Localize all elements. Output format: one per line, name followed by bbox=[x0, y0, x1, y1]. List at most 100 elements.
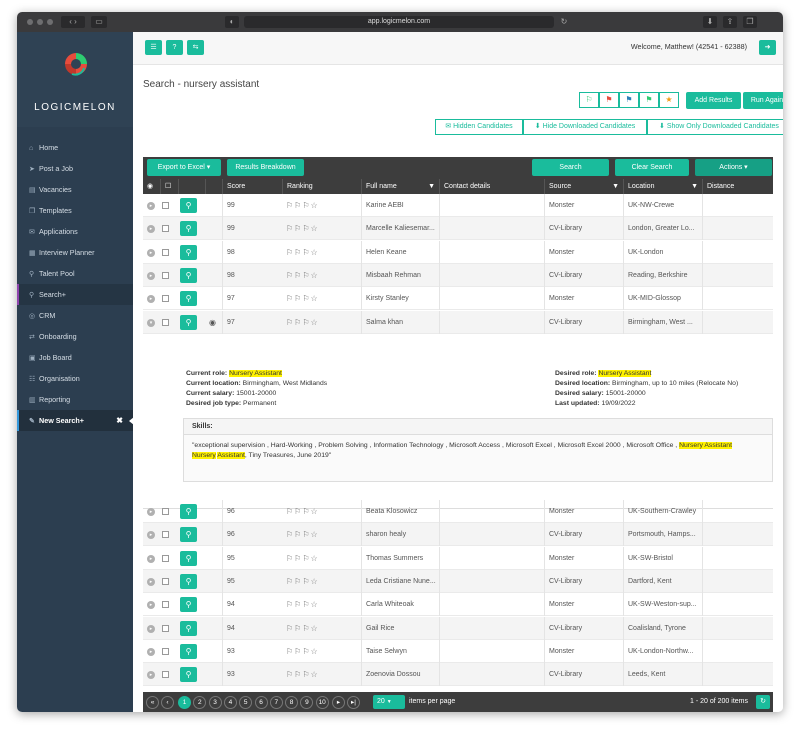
sidebar-item-post-a-job[interactable]: ➤ Post a Job bbox=[17, 158, 133, 179]
table-row[interactable]: ▸ ⚲ 94 ⚐⚐⚐☆ Carla Whiteoak Monster UK-SW-Westo… bbox=[143, 593, 773, 617]
header-ranking[interactable]: Ranking bbox=[282, 179, 361, 194]
page-4-button[interactable]: 4 bbox=[223, 696, 237, 709]
row-checkbox[interactable] bbox=[162, 295, 169, 303]
ranking-flags[interactable]: ⚐⚐⚐☆ bbox=[286, 311, 319, 334]
sidebar-item-search[interactable]: ⚲ Search+ bbox=[17, 284, 133, 305]
view-candidate-search-icon[interactable]: ⚲ bbox=[180, 643, 197, 659]
table-row[interactable]: ▸ ⚲ 99 ⚐⚐⚐☆ Karine AEBI Monster UK-NW-Crewe bbox=[143, 194, 773, 217]
flag-red-icon[interactable]: ⚑ bbox=[599, 92, 619, 108]
prev-page-button[interactable]: ‹ bbox=[161, 696, 174, 709]
flag-green-outline-icon[interactable]: ⚐ bbox=[579, 92, 599, 108]
name-cell[interactable]: Gail Rice bbox=[361, 616, 439, 640]
add-results-button[interactable]: Add Results bbox=[686, 92, 741, 109]
row-checkbox[interactable] bbox=[162, 202, 169, 209]
expand-row-icon[interactable]: ▸ bbox=[147, 624, 155, 633]
view-candidate-search-icon[interactable]: ⚲ bbox=[180, 573, 197, 589]
sidebar-item-vacancies[interactable]: ▤ Vacancies bbox=[17, 179, 133, 200]
row-checkbox[interactable] bbox=[162, 647, 169, 655]
logo[interactable]: LOGICMELON bbox=[17, 32, 133, 127]
close-window-dot[interactable] bbox=[27, 19, 33, 25]
sidebar-item-applications[interactable]: ✉ Applications bbox=[17, 221, 133, 242]
table-row[interactable]: ▸ ⚲ 98 ⚐⚐⚐☆ Misbaah Rehman CV-Library Reading,… bbox=[143, 263, 773, 287]
ranking-flags[interactable]: ⚐⚐⚐☆ bbox=[286, 663, 319, 686]
row-checkbox[interactable] bbox=[162, 531, 169, 539]
view-candidate-search-icon[interactable]: ⚲ bbox=[180, 291, 197, 307]
expand-row-icon[interactable]: ▸ bbox=[147, 202, 155, 210]
sidebar-item-reporting[interactable]: ▥ Reporting bbox=[17, 389, 133, 410]
header-location[interactable]: Location ▼ bbox=[623, 179, 702, 194]
sidebar-item-new-search[interactable]: ✎ New Search+ ✖ bbox=[17, 410, 134, 431]
logout-icon[interactable]: ➜ bbox=[759, 40, 776, 55]
row-checkbox[interactable] bbox=[162, 508, 169, 515]
expand-row-icon[interactable]: ▸ bbox=[147, 647, 155, 656]
zoom-window-dot[interactable] bbox=[47, 19, 53, 25]
row-checkbox[interactable] bbox=[162, 577, 169, 585]
ranking-flags[interactable]: ⚐⚐⚐☆ bbox=[286, 287, 319, 310]
view-candidate-search-icon[interactable]: ⚲ bbox=[180, 550, 197, 566]
view-candidate-search-icon[interactable]: ⚲ bbox=[180, 198, 197, 213]
flag-blue-icon[interactable]: ⚑ bbox=[619, 92, 639, 108]
table-row[interactable]: ▸ ⚲ 99 ⚐⚐⚐☆ Marcelle Kaliesemar... CV-Library… bbox=[143, 217, 773, 241]
page-6-button[interactable]: 6 bbox=[254, 696, 268, 709]
ranking-flags[interactable]: ⚐⚐⚐☆ bbox=[286, 500, 319, 523]
view-candidate-search-icon[interactable]: ⚲ bbox=[180, 597, 197, 613]
header-source[interactable]: Source ▼ bbox=[544, 179, 623, 194]
view-candidate-search-icon[interactable]: ⚲ bbox=[180, 620, 197, 636]
table-row[interactable]: ▸ ⚲ 96 ⚐⚐⚐☆ sharon healy CV-Library Portsmouth… bbox=[143, 523, 773, 547]
table-row[interactable]: ▸ ⚲ 93 ⚐⚐⚐☆ Taise Selwyn Monster UK-London-Nor… bbox=[143, 639, 773, 663]
ranking-flags[interactable]: ⚐⚐⚐☆ bbox=[286, 217, 319, 240]
page-2-button[interactable]: 2 bbox=[193, 696, 207, 709]
eye-icon[interactable]: ◉ bbox=[209, 311, 216, 334]
refresh-icon[interactable]: ↻ bbox=[756, 695, 770, 709]
show-only-downloaded-button[interactable]: ⬇ Show Only Downloaded Candidates bbox=[647, 119, 783, 135]
export-excel-button[interactable]: Export to Excel ▾ bbox=[147, 159, 221, 176]
hidden-candidates-button[interactable]: ✉ Hidden Candidates bbox=[435, 119, 523, 135]
header-score[interactable]: Score bbox=[222, 179, 260, 194]
name-cell[interactable]: Carla Whiteoak bbox=[361, 593, 439, 617]
expand-row-icon[interactable]: ▸ bbox=[147, 554, 155, 563]
filter-icon[interactable]: ▼ bbox=[612, 179, 619, 194]
expand-row-icon[interactable]: ▸ bbox=[147, 271, 155, 280]
name-cell[interactable]: sharon healy bbox=[361, 523, 439, 547]
expand-row-icon[interactable]: ▸ bbox=[147, 601, 155, 610]
downloads-icon[interactable]: ⬇ bbox=[703, 16, 717, 28]
search-button[interactable]: Search bbox=[532, 159, 609, 176]
header-distance[interactable]: Distance bbox=[702, 179, 773, 194]
clear-search-button[interactable]: Clear Search bbox=[615, 159, 689, 176]
view-candidate-search-icon[interactable]: ⚲ bbox=[180, 267, 197, 283]
ranking-flags[interactable]: ⚐⚐⚐☆ bbox=[286, 547, 319, 570]
address-bar[interactable]: app.logicmelon.com bbox=[244, 16, 554, 28]
view-candidate-search-icon[interactable]: ⚲ bbox=[180, 667, 197, 683]
row-checkbox[interactable] bbox=[162, 624, 169, 632]
share-icon[interactable]: ⇪ bbox=[723, 16, 737, 28]
sidebar-toggle-icon[interactable]: ▭ bbox=[91, 16, 107, 28]
expand-all-icon[interactable]: ◉ bbox=[143, 179, 160, 194]
flag-green-icon[interactable]: ⚑ bbox=[639, 92, 659, 108]
last-page-button[interactable]: ▸| bbox=[347, 696, 360, 709]
sidebar-item-interview-planner[interactable]: ▦ Interview Planner bbox=[17, 242, 133, 263]
table-row[interactable]: ▸ ⚲ 94 ⚐⚐⚐☆ Gail Rice CV-Library Coalisland, T… bbox=[143, 616, 773, 640]
back-forward-buttons[interactable]: ‹ › bbox=[61, 16, 85, 28]
reload-icon[interactable]: ↻ bbox=[559, 16, 569, 28]
ranking-flags[interactable]: ⚐⚐⚐☆ bbox=[286, 617, 319, 640]
sidebar-item-onboarding[interactable]: ⇄ Onboarding bbox=[17, 326, 133, 347]
row-checkbox[interactable] bbox=[162, 225, 169, 233]
ranking-flags[interactable]: ⚐⚐⚐☆ bbox=[286, 640, 319, 663]
view-candidate-search-icon[interactable]: ⚲ bbox=[180, 244, 197, 260]
help-icon[interactable]: ? bbox=[166, 40, 183, 55]
select-all-checkbox[interactable]: ☐ bbox=[160, 179, 178, 194]
table-row[interactable]: ▸ ⚲ 95 ⚐⚐⚐☆ Leda Cristiane Nune... CV-Library… bbox=[143, 569, 773, 593]
header-full-name[interactable]: Full name ▼ bbox=[361, 179, 439, 194]
page-5-button[interactable]: 5 bbox=[239, 696, 253, 709]
expand-row-icon[interactable]: ▸ bbox=[147, 531, 155, 540]
results-breakdown-button[interactable]: Results Breakdown bbox=[227, 159, 304, 176]
switch-icon[interactable]: ⇆ bbox=[187, 40, 204, 55]
menu-icon[interactable]: ☰ bbox=[145, 40, 162, 55]
expand-row-icon[interactable]: ▸ bbox=[147, 671, 155, 680]
expand-row-icon[interactable]: ▸ bbox=[147, 295, 155, 304]
ranking-flags[interactable]: ⚐⚐⚐☆ bbox=[286, 264, 319, 287]
view-candidate-search-icon[interactable]: ⚲ bbox=[180, 504, 197, 519]
filter-icon[interactable]: ▼ bbox=[691, 179, 698, 194]
page-8-button[interactable]: 8 bbox=[285, 696, 299, 709]
table-row[interactable]: ▸ ⚲ 93 ⚐⚐⚐☆ Zoenovia Dossou CV-Library Leeds, … bbox=[143, 663, 773, 687]
